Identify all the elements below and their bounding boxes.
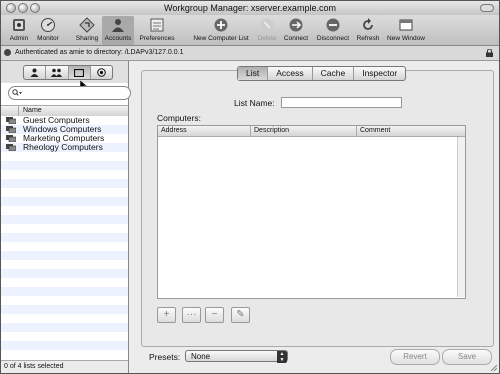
- zoom-window-button[interactable]: [30, 3, 40, 13]
- tab-cache[interactable]: Cache: [313, 67, 355, 80]
- delete-button[interactable]: Delete: [255, 16, 279, 45]
- new-window-label: New Window: [387, 35, 425, 42]
- list-item[interactable]: Rheology Computers: [1, 143, 128, 152]
- auth-bar: Authenticated as amie to directory: /LDA…: [1, 46, 499, 61]
- sharing-icon: [79, 17, 95, 33]
- browse-computers-button[interactable]: ···: [182, 307, 201, 323]
- monitor-label: Monitor: [37, 35, 59, 42]
- app-window: Workgroup Manager: xserver.example.com A…: [0, 0, 500, 374]
- delete-icon: [260, 18, 274, 32]
- resize-grip-icon[interactable]: [489, 363, 497, 371]
- delete-label: Delete: [257, 35, 277, 42]
- computer-lists-icon: [74, 68, 85, 77]
- selection-count: 0 of 4 lists selected: [4, 363, 64, 370]
- minimize-window-button[interactable]: [18, 3, 28, 13]
- list-name-label: List Name:: [234, 98, 275, 108]
- preferences-icon: [150, 18, 164, 32]
- accounts-label: Accounts: [104, 35, 132, 42]
- search-field[interactable]: [8, 86, 131, 100]
- monitor-button[interactable]: Monitor: [34, 16, 62, 45]
- detail-tabs: List Access Cache Inspector: [237, 66, 407, 81]
- new-window-icon: [399, 19, 413, 31]
- sidebar-status-bar: 0 of 4 lists selected: [1, 360, 128, 373]
- revert-button[interactable]: Revert: [390, 349, 440, 365]
- tab-inspector[interactable]: Inspector: [354, 67, 405, 80]
- window-title: Workgroup Manager: xserver.example.com: [164, 3, 336, 13]
- computer-list-icon: [6, 144, 16, 151]
- computer-list-icon: [6, 126, 16, 133]
- presets-popup[interactable]: None ▲ ▼: [185, 350, 288, 363]
- computers-table-header: Address Description Comment: [158, 126, 465, 137]
- computer-lists: Guest Computers Windows Computers Market…: [1, 116, 128, 356]
- toolbar-toggle-button[interactable]: [480, 4, 494, 12]
- monitor-icon: [41, 18, 55, 32]
- preferences-button[interactable]: Preferences: [137, 16, 177, 45]
- add-computer-button[interactable]: +: [157, 307, 176, 323]
- auth-status-text: Authenticated as amie to directory: /LDA…: [15, 49, 184, 56]
- save-button[interactable]: Save: [442, 349, 492, 365]
- computer-lists-tab[interactable]: [68, 66, 91, 79]
- accounts-button[interactable]: Accounts: [102, 16, 134, 45]
- workgroup-icon: [97, 68, 106, 77]
- search-input[interactable]: [23, 88, 123, 97]
- workgroup-tab[interactable]: [91, 66, 112, 79]
- lock-icon[interactable]: [486, 49, 493, 57]
- preferences-label: Preferences: [139, 35, 175, 42]
- presets-label: Presets:: [149, 352, 181, 362]
- disconnect-icon: [326, 18, 340, 32]
- table-scrollbar[interactable]: [457, 137, 465, 297]
- computers-label: Computers:: [157, 113, 201, 123]
- new-window-button[interactable]: New Window: [385, 16, 427, 45]
- title-bar: Workgroup Manager: xserver.example.com: [1, 1, 499, 15]
- popup-arrows-icon: ▲ ▼: [277, 351, 287, 363]
- directory-globe-icon[interactable]: [4, 49, 11, 56]
- admin-label: Admin: [9, 35, 29, 42]
- edit-computer-button[interactable]: ✎: [231, 307, 250, 323]
- admin-button[interactable]: Admin: [4, 16, 34, 45]
- type-column-header[interactable]: [1, 106, 19, 116]
- account-type-tabs: [23, 65, 113, 80]
- admin-icon: [13, 19, 25, 31]
- list-name-field[interactable]: [281, 97, 402, 108]
- address-column-header[interactable]: Address: [158, 126, 251, 136]
- sidebar: Name Guest Computers Windows Computers M…: [1, 61, 131, 373]
- users-icon: [30, 68, 39, 77]
- tab-list[interactable]: List: [238, 67, 269, 80]
- groups-tab[interactable]: [46, 66, 69, 79]
- connect-label: Connect: [283, 35, 309, 42]
- computer-list-icon: [6, 135, 16, 142]
- tab-access[interactable]: Access: [268, 67, 313, 80]
- connect-icon: [289, 18, 303, 32]
- disconnect-label: Disconnect: [316, 35, 350, 42]
- refresh-label: Refresh: [356, 35, 380, 42]
- remove-computer-button[interactable]: −: [205, 307, 224, 323]
- computers-table[interactable]: Address Description Comment: [157, 125, 466, 299]
- connect-button[interactable]: Connect: [280, 16, 312, 45]
- refresh-button[interactable]: Refresh: [353, 16, 383, 45]
- sharing-button[interactable]: Sharing: [72, 16, 102, 45]
- add-icon: [214, 18, 228, 32]
- presets-value: None: [191, 352, 211, 361]
- computer-list-icon: [6, 117, 16, 124]
- account-type-bar: [1, 61, 128, 83]
- close-window-button[interactable]: [6, 3, 16, 13]
- search-icon: [12, 89, 22, 96]
- sharing-label: Sharing: [75, 35, 99, 42]
- comment-column-header[interactable]: Comment: [357, 126, 465, 136]
- refresh-icon: [363, 18, 373, 30]
- accounts-icon: [112, 19, 124, 32]
- description-column-header[interactable]: Description: [251, 126, 357, 136]
- new-computer-list-label: New Computer List: [193, 35, 249, 42]
- users-tab[interactable]: [24, 66, 47, 79]
- groups-icon: [51, 68, 63, 77]
- disconnect-button[interactable]: Disconnect: [313, 16, 353, 45]
- toolbar: Admin Monitor Sharing Accounts Preferenc…: [1, 15, 499, 46]
- new-computer-list-button[interactable]: New Computer List: [187, 16, 255, 45]
- list-item-label: Rheology Computers: [23, 142, 103, 152]
